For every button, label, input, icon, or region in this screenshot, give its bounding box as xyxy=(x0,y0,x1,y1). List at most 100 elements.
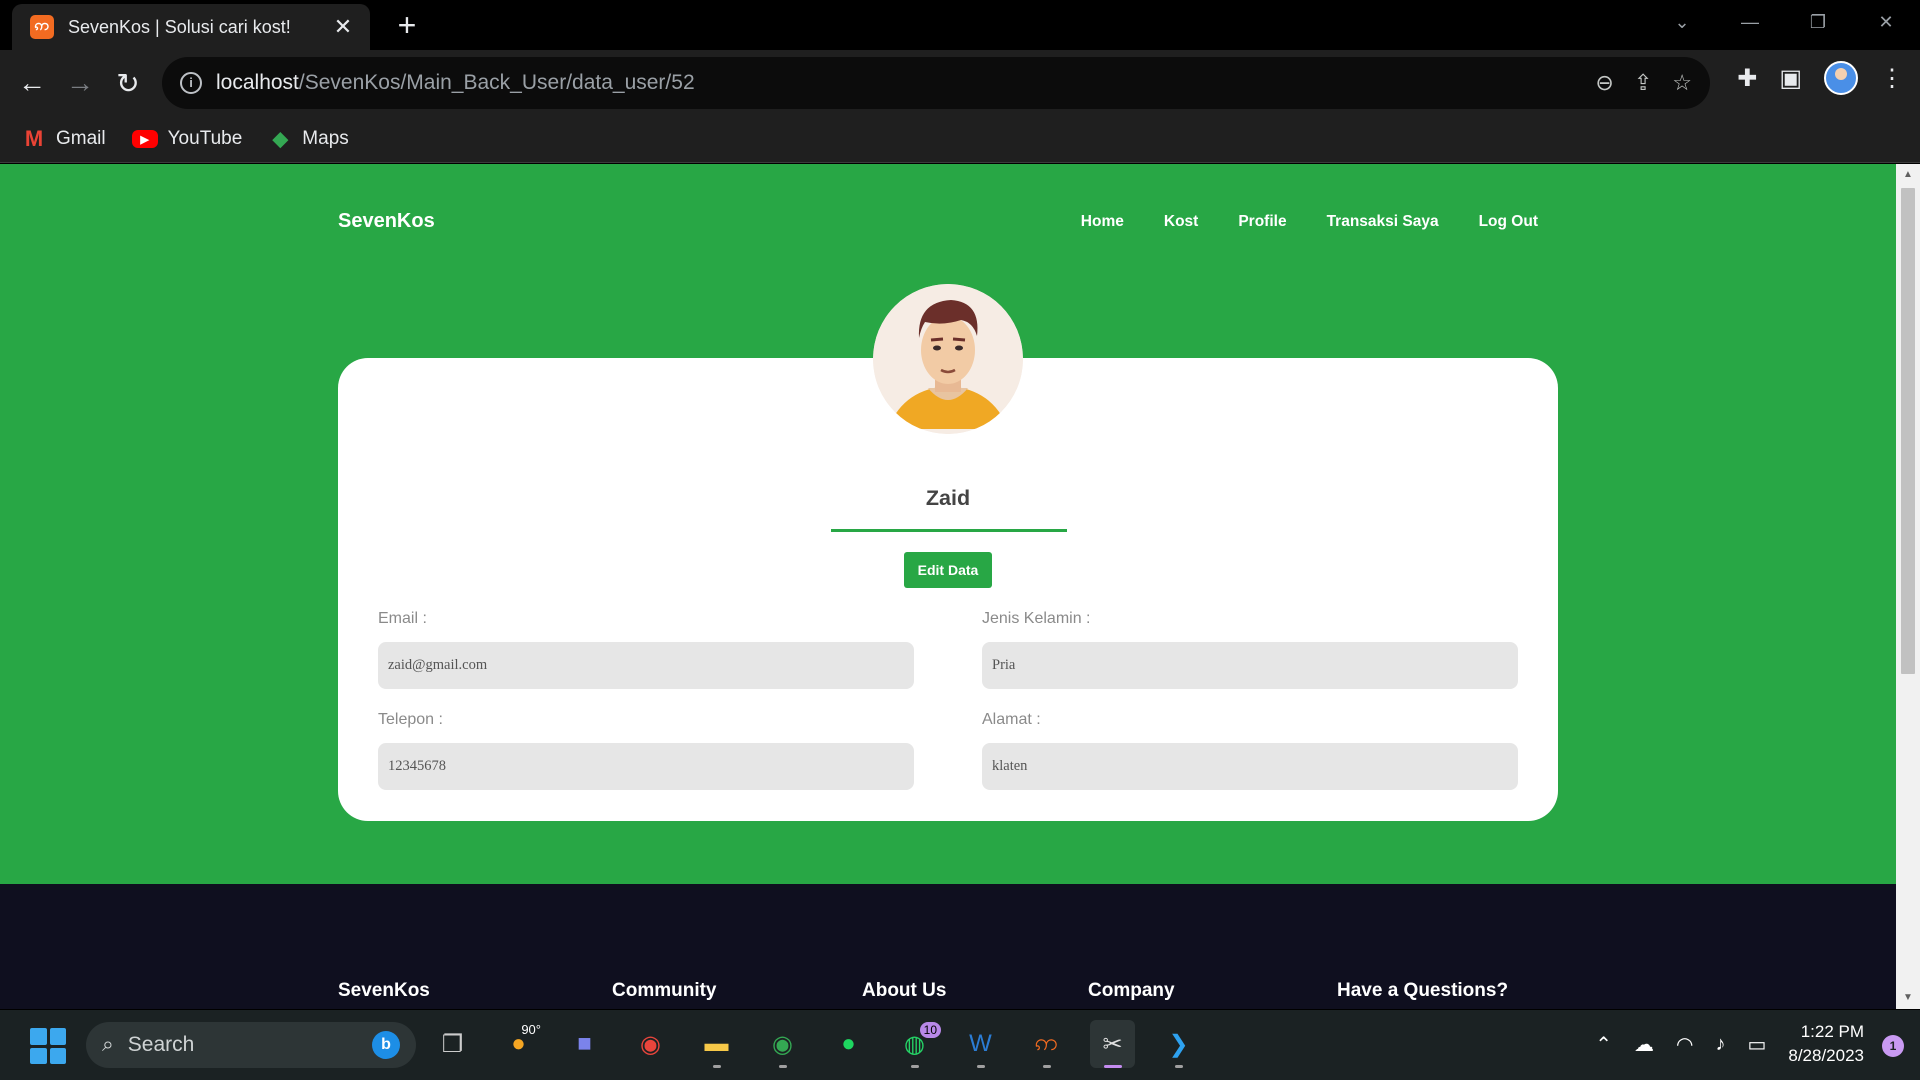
nav-log-out[interactable]: Log Out xyxy=(1479,213,1538,231)
whatsapp-badge: 10 xyxy=(919,1022,941,1038)
taskbar-search-label: Search xyxy=(127,1033,195,1056)
system-tray: ⌃ ☁ ◠ ♪ ▭ 1:22 PM 8/28/2023 xyxy=(1595,1020,1864,1068)
new-tab-icon[interactable]: + xyxy=(390,8,424,42)
bookmark-youtube[interactable]: ▶ YouTube xyxy=(131,128,243,150)
url-host: localhost xyxy=(216,71,299,94)
footer-heading: Company xyxy=(1088,980,1175,1000)
bookmark-label: Gmail xyxy=(56,128,106,149)
weather-widget-icon[interactable]: ● 90° xyxy=(496,1020,541,1068)
footer-heading: About Us xyxy=(862,980,947,1000)
notification-badge[interactable]: 1 xyxy=(1882,1035,1904,1057)
taskbar-apps: ❐ ● 90° ■ ◉ ▬ ◉ ● ◍ 10 W ဢ ✂ ❯ xyxy=(430,1020,1201,1068)
tab-title: SevenKos | Solusi cari kost! xyxy=(68,16,291,37)
scroll-thumb[interactable] xyxy=(1901,188,1915,674)
search-icon: ⌕ xyxy=(102,1033,114,1056)
browser-tab[interactable]: ဢ SevenKos | Solusi cari kost! ✕ xyxy=(12,4,370,50)
bookmark-star-icon[interactable]: ☆ xyxy=(1672,70,1692,96)
user-avatar-illustration xyxy=(873,284,1023,434)
footer-columns: SevenKos Community About Us Company Have… xyxy=(338,980,1538,1000)
file-explorer-icon[interactable]: ▬ xyxy=(694,1020,739,1068)
page-scrollbar[interactable]: ▲ ▼ xyxy=(1896,164,1920,1009)
gender-label: Jenis Kelamin : xyxy=(982,610,1091,627)
spotify-icon[interactable]: ● xyxy=(826,1020,871,1068)
avatar xyxy=(873,284,1023,434)
site-info-icon[interactable]: i xyxy=(180,72,202,94)
address-label: Alamat : xyxy=(982,711,1041,728)
gender-field[interactable] xyxy=(982,642,1518,689)
browser-tabbar: ဢ SevenKos | Solusi cari kost! ✕ + ⌄ — ❐… xyxy=(0,0,1920,50)
site-nav-links: Home Kost Profile Transaksi Saya Log Out xyxy=(1081,213,1538,231)
email-field[interactable] xyxy=(378,642,914,689)
browser-toolbar: ← → ↻ i localhost/SevenKos/Main_Back_Use… xyxy=(0,50,1920,116)
bookmarks-bar: M Gmail ▶ YouTube ⬥ Maps xyxy=(0,116,1920,163)
chrome-profile-icon[interactable]: ◉ xyxy=(760,1020,805,1068)
scroll-down-arrow-icon[interactable]: ▼ xyxy=(1896,987,1920,1009)
gmail-icon: M xyxy=(24,126,44,151)
url-path: /SevenKos/Main_Back_User/data_user/52 xyxy=(298,71,695,94)
edit-data-button[interactable]: Edit Data xyxy=(904,552,992,588)
zoom-out-icon[interactable]: ⊖ xyxy=(1595,70,1613,96)
restore-icon[interactable]: ❐ xyxy=(1784,12,1852,33)
address-bar[interactable]: i localhost/SevenKos/Main_Back_User/data… xyxy=(162,57,1710,109)
vscode-icon[interactable]: ❯ xyxy=(1156,1020,1201,1068)
email-label: Email : xyxy=(378,610,427,627)
weather-temp: 90° xyxy=(521,1022,541,1037)
name-divider xyxy=(831,529,1067,532)
url-text[interactable]: localhost/SevenKos/Main_Back_User/data_u… xyxy=(216,71,1595,95)
site-navbar: SevenKos Home Kost Profile Transaksi Say… xyxy=(338,210,1538,233)
snipping-tool-icon[interactable]: ✂ xyxy=(1090,1020,1135,1068)
onedrive-cloud-icon[interactable]: ☁ xyxy=(1634,1032,1654,1057)
tab-search-icon[interactable]: ⌄ xyxy=(1648,12,1716,33)
address-field[interactable] xyxy=(982,743,1518,790)
site-brand[interactable]: SevenKos xyxy=(338,210,435,233)
maps-icon: ⬥ xyxy=(272,126,288,151)
volume-icon[interactable]: ♪ xyxy=(1715,1033,1725,1056)
site-footer: SevenKos Community About Us Company Have… xyxy=(0,884,1896,1009)
user-name: Zaid xyxy=(925,486,971,510)
tray-chevron-up-icon[interactable]: ⌃ xyxy=(1595,1032,1612,1057)
bookmark-gmail[interactable]: M Gmail xyxy=(22,126,106,151)
nav-kost[interactable]: Kost xyxy=(1164,213,1198,231)
word-icon[interactable]: W xyxy=(958,1020,1003,1068)
minimize-icon[interactable]: — xyxy=(1716,12,1784,33)
taskbar-search[interactable]: ⌕ Search b xyxy=(86,1022,416,1068)
footer-heading: Have a Questions? xyxy=(1337,980,1509,1000)
footer-heading: SevenKos xyxy=(338,980,430,1000)
youtube-icon: ▶ xyxy=(131,130,158,148)
xampp-favicon-icon: ဢ xyxy=(30,15,54,39)
forward-icon[interactable]: → xyxy=(58,61,102,105)
profile-avatar[interactable] xyxy=(1824,61,1858,95)
taskbar-clock[interactable]: 1:22 PM 8/28/2023 xyxy=(1788,1020,1864,1068)
extensions-puzzle-icon[interactable]: ✚ xyxy=(1737,64,1757,93)
scroll-up-arrow-icon[interactable]: ▲ xyxy=(1896,164,1920,186)
window-controls: ⌄ — ❐ ✕ xyxy=(1648,0,1920,44)
footer-heading: Community xyxy=(612,980,717,1000)
page-viewport: SevenKos Home Kost Profile Transaksi Say… xyxy=(0,164,1920,1009)
nav-transaksi-saya[interactable]: Transaksi Saya xyxy=(1327,213,1439,231)
tab-close-icon[interactable]: ✕ xyxy=(330,14,356,40)
share-icon[interactable]: ⇪ xyxy=(1634,70,1652,96)
windows-start-icon[interactable] xyxy=(30,1028,66,1064)
clock-date: 8/28/2023 xyxy=(1788,1046,1864,1065)
bookmark-label: Maps xyxy=(302,128,349,149)
chrome-icon[interactable]: ◉ xyxy=(628,1020,673,1068)
teams-chat-icon[interactable]: ■ xyxy=(562,1020,607,1068)
bing-icon[interactable]: b xyxy=(372,1031,400,1059)
clock-time: 1:22 PM xyxy=(1800,1022,1864,1041)
menu-kebab-icon[interactable]: ⋮ xyxy=(1880,64,1904,93)
nav-profile[interactable]: Profile xyxy=(1238,213,1286,231)
wifi-icon[interactable]: ◠ xyxy=(1676,1032,1693,1057)
back-icon[interactable]: ← xyxy=(10,61,54,105)
windows-taskbar: ⌕ Search b ❐ ● 90° ■ ◉ ▬ ◉ ● ◍ 10 W ဢ ✂ ❯ … xyxy=(0,1010,1920,1080)
battery-icon[interactable]: ▭ xyxy=(1747,1032,1766,1057)
reload-icon[interactable]: ↻ xyxy=(106,61,150,105)
phone-field[interactable] xyxy=(378,743,914,790)
task-view-icon[interactable]: ❐ xyxy=(430,1020,475,1068)
bookmark-maps[interactable]: ⬥ Maps xyxy=(268,126,349,151)
nav-home[interactable]: Home xyxy=(1081,213,1124,231)
whatsapp-icon[interactable]: ◍ 10 xyxy=(892,1020,941,1068)
close-window-icon[interactable]: ✕ xyxy=(1852,12,1920,33)
xampp-icon[interactable]: ဢ xyxy=(1024,1020,1069,1068)
bookmark-label: YouTube xyxy=(167,128,243,149)
side-panel-icon[interactable]: ▣ xyxy=(1779,64,1802,93)
